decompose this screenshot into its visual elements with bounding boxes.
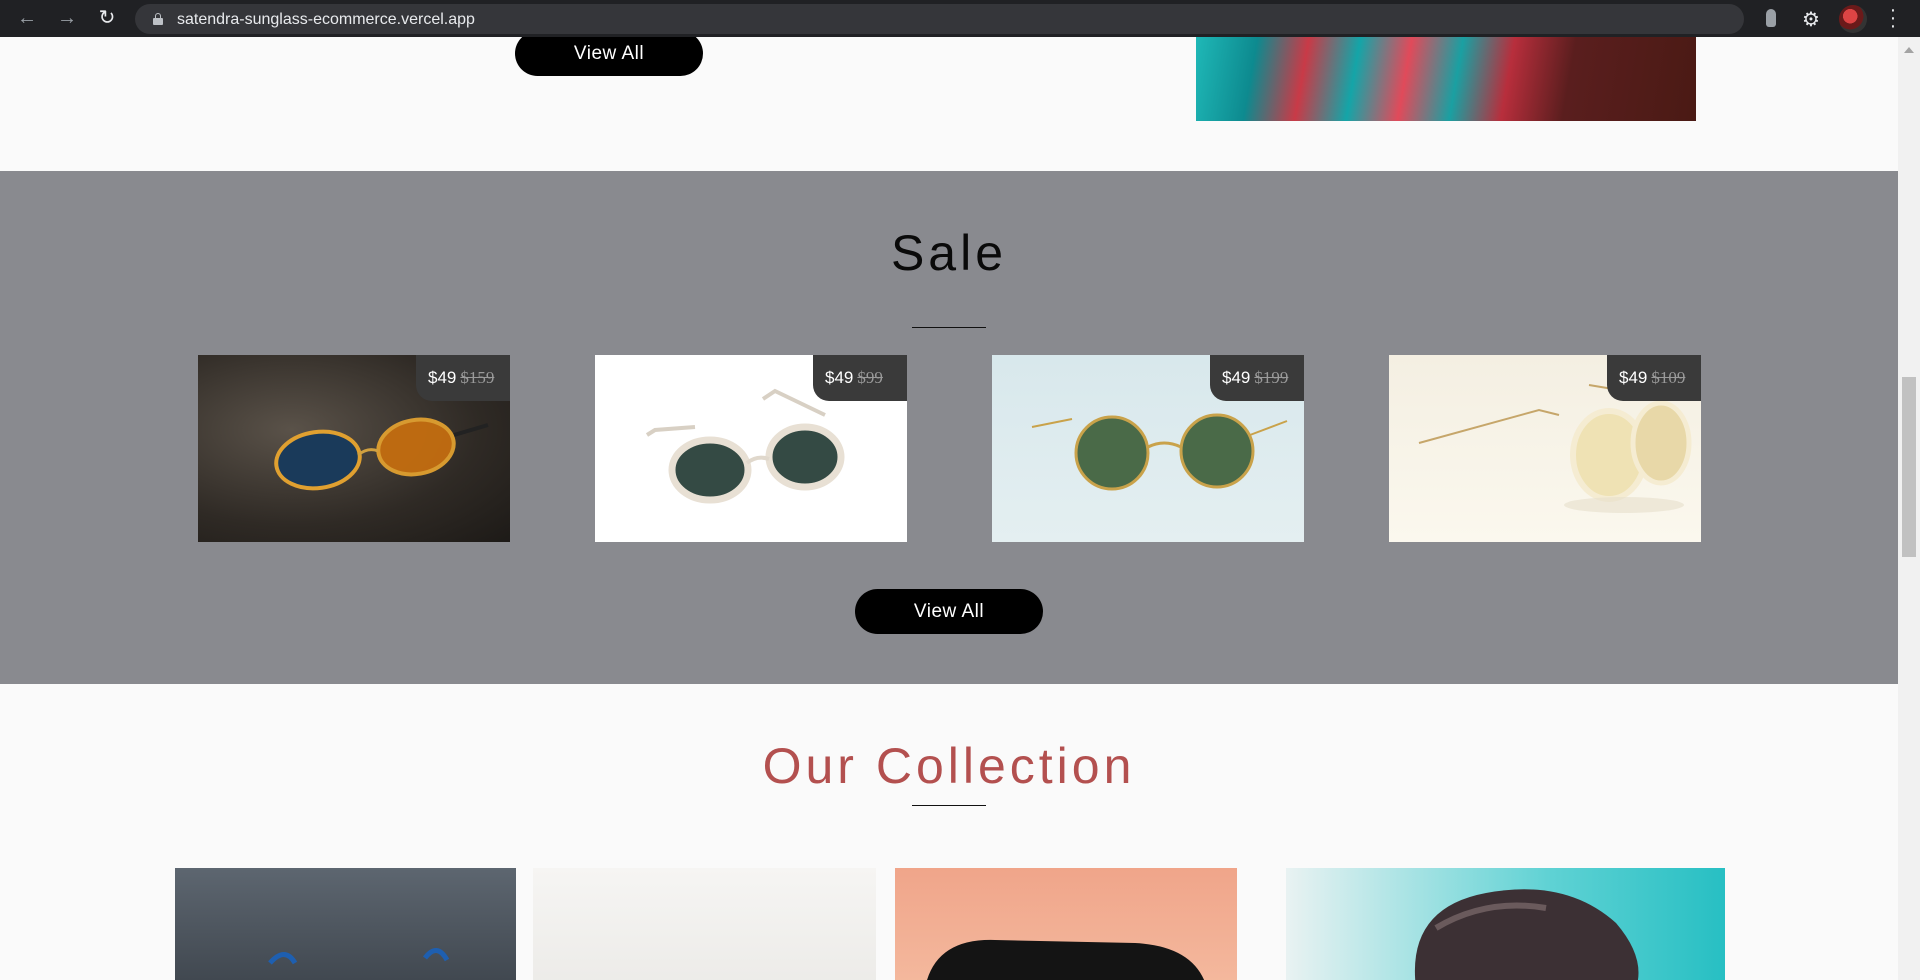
puzzle-icon[interactable]: ⚙: [1802, 7, 1820, 32]
sale-price: $49: [825, 368, 854, 387]
collection-title: Our Collection: [762, 738, 1136, 794]
price-tag: $49 $109: [1607, 355, 1701, 401]
collection-card[interactable]: [1286, 868, 1725, 980]
more-icon[interactable]: · · ·: [1888, 0, 1898, 36]
original-price: $109: [1651, 368, 1686, 387]
sale-section: Sale $49 $159 $49 $99 $49 $199 $49 $109 …: [0, 171, 1898, 684]
collection-card[interactable]: [175, 868, 516, 980]
sale-title: Sale: [890, 225, 1008, 281]
lock-icon: [153, 13, 163, 25]
sale-price: $49: [428, 368, 457, 387]
glasses-image: [268, 948, 450, 965]
collection-card[interactable]: [533, 868, 876, 980]
sale-product-card[interactable]: $49 $199: [992, 355, 1304, 542]
forward-icon[interactable]: →: [56, 7, 78, 29]
collection-card[interactable]: [895, 868, 1237, 980]
address-bar[interactable]: satendra-sunglass-ecommerce.vercel.app ☆: [135, 4, 1865, 34]
sunglasses-image: [927, 939, 1205, 980]
featured-view-all-button[interactable]: View All: [515, 37, 703, 76]
sale-view-all-button[interactable]: View All: [855, 589, 1043, 634]
reload-icon[interactable]: ↻: [96, 7, 118, 29]
sale-product-card[interactable]: $49 $99: [595, 355, 907, 542]
original-price: $99: [857, 368, 883, 387]
original-price: $199: [1254, 368, 1289, 387]
profile-avatar[interactable]: [1839, 5, 1867, 33]
back-icon[interactable]: ←: [16, 7, 38, 29]
price-tag: $49 $199: [1210, 355, 1304, 401]
sale-title-underline: [912, 327, 986, 328]
featured-section: View All: [0, 37, 1898, 171]
extension-icon[interactable]: [1766, 9, 1776, 27]
price-tag: $49 $159: [416, 355, 510, 401]
model-image: [1414, 889, 1639, 980]
browser-toolbar: ← → ↻ satendra-sunglass-ecommerce.vercel…: [0, 0, 1920, 37]
original-price: $159: [460, 368, 495, 387]
featured-image: [1196, 37, 1696, 121]
price-tag: $49 $99: [813, 355, 907, 401]
sale-product-card[interactable]: $49 $109: [1389, 355, 1701, 542]
sale-price: $49: [1619, 368, 1648, 387]
page-content: View All Sale $49 $159 $49 $99 $49 $199 …: [0, 37, 1898, 980]
collection-title-underline: [912, 805, 986, 806]
scrollbar-thumb[interactable]: [1902, 377, 1916, 557]
sale-price: $49: [1222, 368, 1251, 387]
scrollbar-track[interactable]: [1898, 37, 1920, 980]
url-text[interactable]: satendra-sunglass-ecommerce.vercel.app: [177, 11, 475, 29]
sale-product-card[interactable]: $49 $159: [198, 355, 510, 542]
scroll-up-icon[interactable]: [1904, 47, 1914, 53]
